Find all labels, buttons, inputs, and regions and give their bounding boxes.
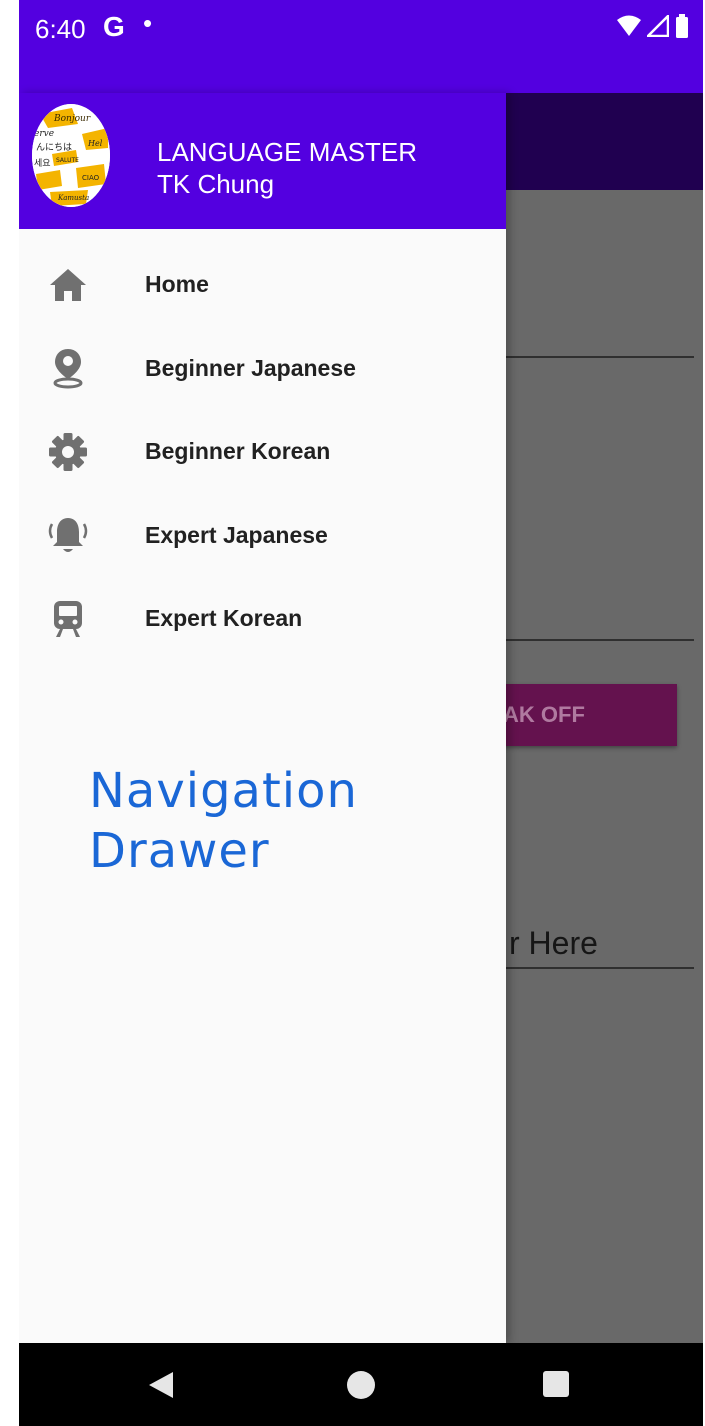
drawer-item-beginner-korean[interactable]: Beginner Korean [19,410,506,494]
svg-text:Bonjour: Bonjour [53,114,91,124]
wifi-icon [617,15,641,36]
notification-dot-icon: • [143,8,153,38]
input-underline [506,356,694,358]
speak-off-label: AK OFF [503,702,585,727]
drawer-menu: Home Beginner Japanese Beginner Korean E… [19,243,506,661]
svg-text:세요: 세요 [34,158,51,169]
navigation-drawer: Bonjour erve んにちは Hel 세요 SALUTE CIAO Kam… [19,93,506,1343]
drawer-item-beginner-japanese[interactable]: Beginner Japanese [19,327,506,411]
language-collage-logo-icon: Bonjour erve んにちは Hel 세요 SALUTE CIAO Kam… [32,104,110,207]
annotation-label: Navigation Drawer [89,761,358,881]
status-icons [617,14,689,38]
gear-icon [45,429,91,475]
location-pin-icon [45,345,91,391]
system-nav-bar [19,1343,703,1426]
drawer-item-label: Expert Korean [145,605,303,632]
recents-icon[interactable] [543,1371,569,1397]
svg-text:んにちは: んにちは [36,142,72,153]
status-time: 6:40 [35,14,86,44]
home-nav-icon[interactable] [347,1371,375,1399]
drawer-item-expert-korean[interactable]: Expert Korean [19,577,506,661]
input-underline [506,639,694,641]
text-input-hint[interactable]: r Here [509,925,598,962]
drawer-header-title: LANGUAGE MASTER [157,137,418,167]
drawer-item-label: Beginner Korean [145,438,331,465]
cell-signal-icon [647,15,669,37]
bell-ringing-icon [45,512,91,558]
google-icon: G [103,11,125,42]
home-icon [45,262,91,308]
input-underline [506,967,694,969]
back-icon[interactable] [147,1370,175,1400]
status-bar: 6:40 G • [19,0,703,93]
drawer-header: Bonjour erve んにちは Hel 세요 SALUTE CIAO Kam… [19,93,506,229]
drawer-item-label: Beginner Japanese [145,354,356,381]
drawer-item-home[interactable]: Home [19,243,506,327]
battery-icon [676,14,688,38]
svg-text:SALUTE: SALUTE [56,157,79,164]
annotation-line: Navigation [89,763,358,819]
train-icon [45,596,91,642]
svg-text:Kamusta: Kamusta [57,194,89,202]
avatar: Bonjour erve んにちは Hel 세요 SALUTE CIAO Kam… [32,104,110,207]
drawer-item-expert-japanese[interactable]: Expert Japanese [19,494,506,578]
annotation-line: Drawer [89,823,270,879]
svg-text:erve: erve [34,129,54,139]
drawer-item-label: Home [145,271,209,298]
phone-screen: 6:40 G • AK OFF r Here Bonjour erve んにちは… [19,0,703,1426]
drawer-header-subtitle: TK Chung [157,169,275,199]
svg-text:Hel: Hel [87,139,103,148]
svg-text:CIAO: CIAO [82,174,100,182]
drawer-item-label: Expert Japanese [145,521,328,548]
